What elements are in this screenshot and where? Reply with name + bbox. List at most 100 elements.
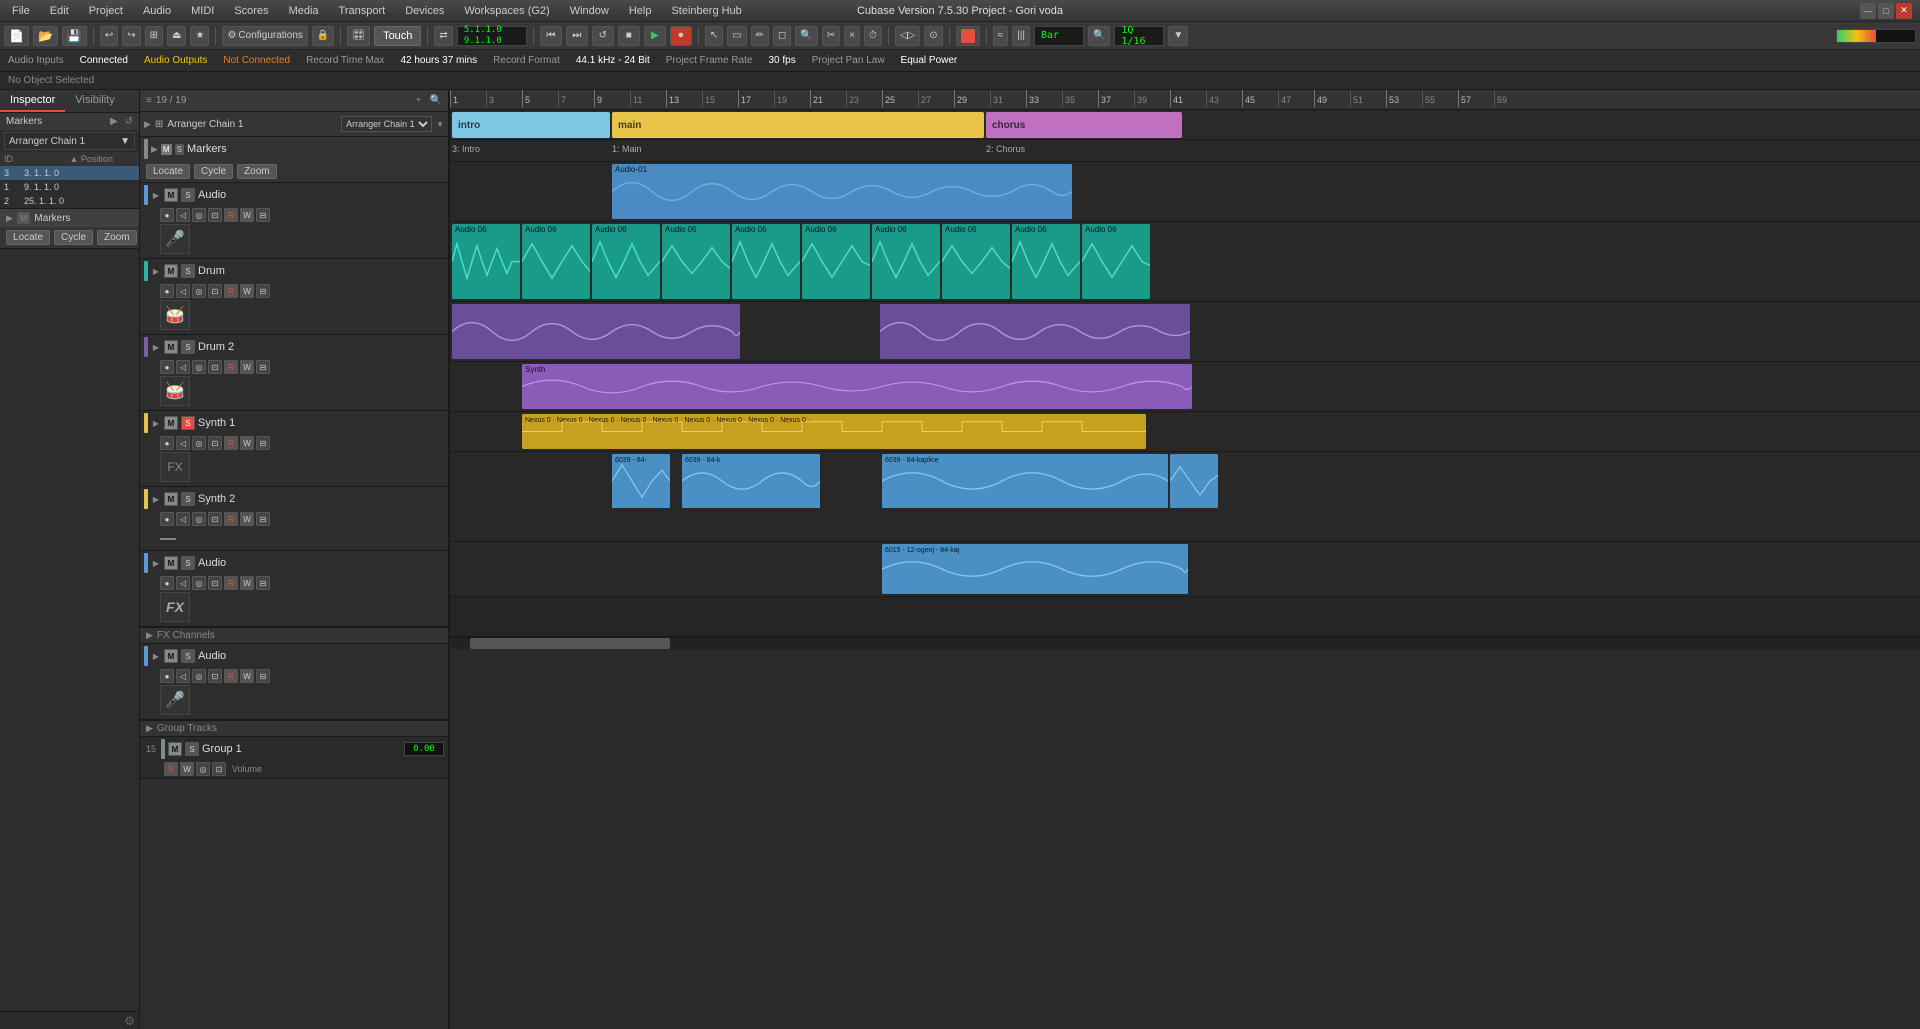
drum2-fold-btn[interactable]: ▶ [151,342,161,352]
draw-tool-button[interactable]: ✏ [751,26,769,46]
synth1-m-btn[interactable]: M [164,416,178,430]
drum2-ctrl3[interactable]: ◎ [192,360,206,374]
chorus-section-block[interactable]: chorus [986,112,1182,138]
locate-button[interactable]: Locate [6,230,50,245]
quantize-dropdown[interactable]: ▼ [1168,26,1188,46]
horizontal-scrollbar[interactable] [450,637,1920,649]
gear-icon[interactable]: ⚙ [124,1014,135,1028]
zoom-button[interactable]: Zoom [97,230,137,245]
synth2-fold-btn[interactable]: ▶ [151,494,161,504]
synth1-ctrl2[interactable]: ◁ [176,436,190,450]
open-button[interactable]: 📂 [33,26,58,46]
menu-media[interactable]: Media [285,3,323,19]
inspector-tab[interactable]: Inspector [0,90,65,112]
marker-row-3[interactable]: 3 3. 1. 1. 0 [0,166,139,180]
marker-chorus[interactable]: 2: Chorus [986,144,1025,154]
menu-window[interactable]: Window [566,3,613,19]
synth1-lane[interactable]: Synth [450,362,1920,412]
snap-button[interactable]: ⊙ [924,26,942,46]
group1-w-btn[interactable]: W [180,762,194,776]
cycle-button-marker[interactable]: Cycle [54,230,93,245]
audio1-clip1[interactable]: Audio-01 [612,164,1072,219]
redo-button[interactable]: ↪ [122,26,140,46]
drum1-lane[interactable]: Audio 06 Audio 06 Audio 06 Audio 06 [450,222,1920,302]
drum1-s-btn[interactable]: S [181,264,195,278]
drum2-ctrl4[interactable]: ⊡ [208,360,222,374]
drum2-s-btn[interactable]: S [181,340,195,354]
audio1-lane[interactable]: Audio-01 [450,162,1920,222]
drum2-r-btn[interactable]: R [224,360,238,374]
audio3-ctrl1[interactable]: ● [160,669,174,683]
synth1-fx-btn[interactable]: ⊟ [256,436,270,450]
inspector-markers-header[interactable]: Markers ▶ ↺ [0,113,139,130]
synth1-ctrl4[interactable]: ⊡ [208,436,222,450]
audio2-ctrl4[interactable]: ⊡ [208,576,222,590]
synth2-ctrl3[interactable]: ◎ [192,512,206,526]
marker-row-2[interactable]: 2 25. 1. 1. 0 [0,194,139,208]
split-tool-button[interactable]: ✂ [822,26,840,46]
stop-button[interactable]: ■ [618,26,640,46]
audio3-s-btn[interactable]: S [181,649,195,663]
markers-cycle-btn[interactable]: Cycle [194,164,233,179]
audio2-fx-btn[interactable]: ⊟ [256,576,270,590]
project-frame-rate-label[interactable]: Project Frame Rate [666,55,753,66]
markers-locate-btn[interactable]: Locate [146,164,190,179]
audio1-fold-btn[interactable]: ▶ [151,190,161,200]
drum1-clip10[interactable]: Audio 06 [1082,224,1150,299]
range-tool-button[interactable]: ▭ [727,26,746,46]
close-button[interactable]: ✕ [1896,3,1912,19]
marker-main[interactable]: 1: Main [612,144,642,154]
audio1-w-btn[interactable]: W [240,208,254,222]
search-tracks-button[interactable]: 🔍 [430,95,442,106]
audio1-ctrl1[interactable]: ● [160,208,174,222]
history-button[interactable]: ⊞ [145,26,163,46]
audio1-r-btn[interactable]: R [224,208,238,222]
zoom-tool-button[interactable]: 🔍 [795,26,817,46]
synth2-lane[interactable]: Nexus 0 · Nexus 0 · Nexus 0 · Nexus 0 · … [450,412,1920,452]
refresh-icon[interactable]: ↺ [125,116,133,127]
scrollbar-thumb[interactable] [470,638,670,649]
drum1-w-btn[interactable]: W [240,284,254,298]
audio-outputs-label[interactable]: Audio Outputs [144,55,207,66]
time-warp-button[interactable]: ⏱ [864,26,882,46]
audio1-ctrl2[interactable]: ◁ [176,208,190,222]
audio1-fx-btn[interactable]: ⊟ [256,208,270,222]
group1-r-btn[interactable]: R [164,762,178,776]
drum2-lane[interactable] [450,302,1920,362]
audio2-r-btn[interactable]: R [224,576,238,590]
drum1-m-btn[interactable]: M [164,264,178,278]
star-button[interactable]: ★ [190,26,209,46]
audio3-r-btn[interactable]: R [224,669,238,683]
menu-help[interactable]: Help [625,3,656,19]
synth1-w-btn[interactable]: W [240,436,254,450]
audio3-ctrl2[interactable]: ◁ [176,669,190,683]
synth1-r-btn[interactable]: R [224,436,238,450]
audio2-clip1[interactable]: 6039 - 84- [612,454,670,508]
go-to-start-button[interactable]: ⏮ [540,26,562,46]
audio2-w-btn[interactable]: W [240,576,254,590]
drum2-ctrl2[interactable]: ◁ [176,360,190,374]
quantize-preset-button[interactable]: ||| [1012,26,1030,46]
audio3-clip1[interactable]: 6015 - 12-ogenj - 84-kaj [882,544,1188,594]
synth2-m-btn[interactable]: M [164,492,178,506]
synth1-ctrl3[interactable]: ◎ [192,436,206,450]
punch-button[interactable]: ⏏ [167,26,186,46]
audio1-s-btn[interactable]: S [181,188,195,202]
position-sync-button[interactable]: ⇄ [434,26,452,46]
audio2-clip3[interactable]: 6039 - 84-kaplice [882,454,1168,508]
audio1-m-btn[interactable]: M [164,188,178,202]
minimize-button[interactable]: — [1860,3,1876,19]
audio2-clip4[interactable] [1170,454,1218,508]
audio3-fx-btn[interactable]: ⊟ [256,669,270,683]
group1-lane[interactable] [450,597,1920,637]
drum1-clip1[interactable]: Audio 06 [452,224,520,299]
audio2-ctrl1[interactable]: ● [160,576,174,590]
audio3-m-btn[interactable]: M [164,649,178,663]
marker-row-1[interactable]: 1 9. 1. 1. 0 [0,180,139,194]
mute-tool-button[interactable]: × [844,26,860,46]
menu-midi[interactable]: MIDI [187,3,218,19]
group1-m-btn[interactable]: M [168,742,182,756]
save-button[interactable]: 💾 [62,26,87,46]
main-section-block[interactable]: main [612,112,984,138]
menu-project[interactable]: Project [85,3,127,19]
